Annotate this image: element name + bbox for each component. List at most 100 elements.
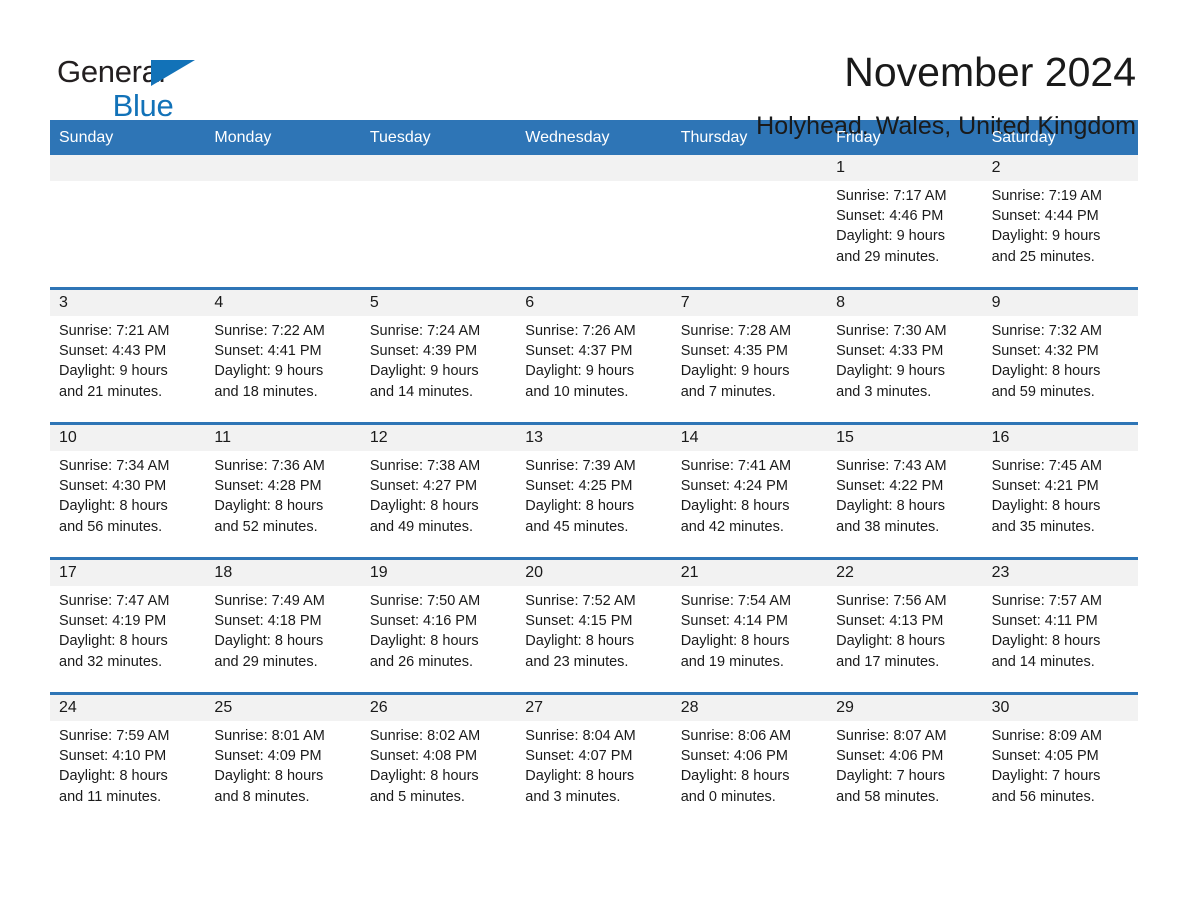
calendar-day-cell-empty xyxy=(205,155,361,287)
calendar-day-cell[interactable]: 30 Sunrise: 8:09 AM Sunset: 4:05 PM Dayligh… xyxy=(982,695,1138,827)
sunrise-time: Sunrise: 7:59 AM xyxy=(59,728,170,744)
day-details: Sunrise: 7:43 AM Sunset: 4:22 PM Daylight:… xyxy=(827,451,982,537)
daylight-duration-line2: and 59 minutes. xyxy=(991,383,1095,400)
calendar-day-cell[interactable]: 5 Sunrise: 7:24 AM Sunset: 4:39 PM Daylight… xyxy=(360,290,517,422)
day-number: 30 xyxy=(982,695,1138,721)
calendar-day-cell[interactable]: 10 Sunrise: 7:34 AM Sunset: 4:30 PM Dayligh… xyxy=(50,425,206,557)
day-details: Sunrise: 7:52 AM Sunset: 4:15 PM Daylight:… xyxy=(516,586,671,672)
daylight-duration-line1: Daylight: 8 hours xyxy=(680,498,790,515)
sunset-time: Sunset: 4:05 PM xyxy=(991,748,1099,765)
calendar-day-cell[interactable]: 21 Sunrise: 7:54 AM Sunset: 4:14 PM Dayligh… xyxy=(671,560,828,692)
daylight-duration-line2: and 49 minutes. xyxy=(369,518,474,535)
calendar-day-cell[interactable]: 2 Sunrise: 7:19 AM Sunset: 4:44 PM Daylight… xyxy=(982,155,1138,287)
calendar-week-row: 17 Sunrise: 7:47 AM Sunset: 4:19 PM Dayligh… xyxy=(50,557,1138,692)
calendar-day-cell[interactable]: 19 Sunrise: 7:50 AM Sunset: 4:16 PM Dayligh… xyxy=(360,560,517,692)
weekday-friday: Friday xyxy=(836,129,881,146)
day-number: 4 xyxy=(205,290,361,316)
calendar-day-cell[interactable]: 8 Sunrise: 7:30 AM Sunset: 4:33 PM Daylight… xyxy=(827,290,983,422)
day-number: 15 xyxy=(827,425,983,451)
calendar-day-cell[interactable]: 15 Sunrise: 7:43 AM Sunset: 4:22 PM Dayligh… xyxy=(827,425,983,557)
daylight-duration-line2: and 45 minutes. xyxy=(525,518,629,535)
daylight-duration-line2: and 56 minutes. xyxy=(59,518,163,535)
day-details: Sunrise: 7:38 AM Sunset: 4:27 PM Daylight:… xyxy=(361,451,516,537)
daylight-duration-line2: and 29 minutes. xyxy=(836,248,940,265)
daylight-duration-line1: Daylight: 8 hours xyxy=(214,768,324,785)
calendar-day-cell[interactable]: 29 Sunrise: 8:07 AM Sunset: 4:06 PM Dayligh… xyxy=(827,695,983,827)
daylight-duration-line2: and 17 minutes. xyxy=(836,653,940,670)
sunrise-time: Sunrise: 7:56 AM xyxy=(836,593,947,609)
sunrise-time: Sunrise: 7:34 AM xyxy=(59,458,170,474)
daylight-duration-line1: Daylight: 8 hours xyxy=(680,768,790,785)
calendar-day-cell[interactable]: 7 Sunrise: 7:28 AM Sunset: 4:35 PM Daylight… xyxy=(671,290,828,422)
calendar-day-cell-empty xyxy=(516,155,672,287)
daylight-duration-line2: and 14 minutes. xyxy=(369,383,474,400)
daylight-duration-line1: Daylight: 8 hours xyxy=(991,633,1101,650)
day-number: 12 xyxy=(360,425,517,451)
calendar-day-cell[interactable]: 6 Sunrise: 7:26 AM Sunset: 4:37 PM Daylight… xyxy=(516,290,672,422)
calendar-day-cell[interactable]: 16 Sunrise: 7:45 AM Sunset: 4:21 PM Dayligh… xyxy=(982,425,1138,557)
calendar-day-cell-empty xyxy=(360,155,517,287)
day-number: 7 xyxy=(671,290,828,316)
sunrise-time: Sunrise: 8:04 AM xyxy=(525,728,636,744)
day-number: 16 xyxy=(982,425,1138,451)
calendar-day-cell[interactable]: 4 Sunrise: 7:22 AM Sunset: 4:41 PM Daylight… xyxy=(205,290,361,422)
daylight-duration-line1: Daylight: 8 hours xyxy=(369,498,479,515)
daylight-duration-line2: and 29 minutes. xyxy=(214,653,318,670)
day-details: Sunrise: 7:19 AM Sunset: 4:44 PM Daylight:… xyxy=(983,181,1138,267)
calendar-day-cell[interactable]: 22 Sunrise: 7:56 AM Sunset: 4:13 PM Dayligh… xyxy=(827,560,983,692)
sunrise-time: Sunrise: 7:38 AM xyxy=(369,458,481,474)
sunset-time: Sunset: 4:15 PM xyxy=(525,613,633,630)
calendar-day-cell[interactable]: 24 Sunrise: 7:59 AM Sunset: 4:10 PM Dayligh… xyxy=(50,695,206,827)
calendar-day-cell[interactable]: 25 Sunrise: 8:01 AM Sunset: 4:09 PM Dayligh… xyxy=(205,695,361,827)
daylight-duration-line2: and 56 minutes. xyxy=(991,788,1095,805)
sunrise-time: Sunrise: 7:45 AM xyxy=(991,458,1102,474)
calendar-day-cell[interactable]: 14 Sunrise: 7:41 AM Sunset: 4:24 PM Dayligh… xyxy=(671,425,828,557)
calendar-day-cell[interactable]: 27 Sunrise: 8:04 AM Sunset: 4:07 PM Dayligh… xyxy=(516,695,672,827)
sunset-time: Sunset: 4:06 PM xyxy=(680,748,788,765)
calendar-day-cell[interactable]: 13 Sunrise: 7:39 AM Sunset: 4:25 PM Dayligh… xyxy=(516,425,672,557)
daylight-duration-line2: and 5 minutes. xyxy=(369,788,465,805)
sunset-time: Sunset: 4:06 PM xyxy=(836,748,944,765)
calendar-day-cell[interactable]: 12 Sunrise: 7:38 AM Sunset: 4:27 PM Dayligh… xyxy=(360,425,517,557)
calendar-day-cell[interactable]: 23 Sunrise: 7:57 AM Sunset: 4:11 PM Dayligh… xyxy=(982,560,1138,692)
calendar-day-cell[interactable]: 9 Sunrise: 7:32 AM Sunset: 4:32 PM Daylight… xyxy=(982,290,1138,422)
day-number: 18 xyxy=(205,560,361,586)
daylight-duration-line1: Daylight: 8 hours xyxy=(369,633,479,650)
weekday-wednesday: Wednesday xyxy=(525,129,610,146)
daylight-duration-line2: and 8 minutes. xyxy=(214,788,310,805)
calendar-day-cell[interactable]: 28 Sunrise: 8:06 AM Sunset: 4:06 PM Dayligh… xyxy=(671,695,828,827)
sunrise-time: Sunrise: 7:21 AM xyxy=(59,323,170,339)
day-details: Sunrise: 8:06 AM Sunset: 4:06 PM Daylight:… xyxy=(672,721,827,807)
daylight-duration-line1: Daylight: 9 hours xyxy=(59,363,168,380)
sunrise-time: Sunrise: 8:01 AM xyxy=(214,728,325,744)
sunrise-time: Sunrise: 7:26 AM xyxy=(525,323,636,339)
calendar-day-cell[interactable]: 17 Sunrise: 7:47 AM Sunset: 4:19 PM Dayligh… xyxy=(50,560,206,692)
day-number: 25 xyxy=(205,695,361,721)
day-number: 27 xyxy=(516,695,672,721)
daylight-duration-line1: Daylight: 9 hours xyxy=(214,363,324,380)
sunset-time: Sunset: 4:32 PM xyxy=(991,343,1099,360)
sunrise-time: Sunrise: 7:30 AM xyxy=(836,323,947,339)
daylight-duration-line1: Daylight: 8 hours xyxy=(836,498,945,515)
daylight-duration-line1: Daylight: 7 hours xyxy=(991,768,1101,785)
daylight-duration-line2: and 19 minutes. xyxy=(680,653,784,670)
calendar-day-cell[interactable]: 18 Sunrise: 7:49 AM Sunset: 4:18 PM Dayligh… xyxy=(205,560,361,692)
daylight-duration-line2: and 52 minutes. xyxy=(214,518,318,535)
sunset-time: Sunset: 4:30 PM xyxy=(59,478,167,495)
calendar-day-cell[interactable]: 20 Sunrise: 7:52 AM Sunset: 4:15 PM Dayligh… xyxy=(516,560,672,692)
daylight-duration-line2: and 25 minutes. xyxy=(991,248,1095,265)
general-blue-logo[interactable]: General Blue xyxy=(57,48,207,122)
day-number xyxy=(360,155,517,181)
daylight-duration-line2: and 10 minutes. xyxy=(525,383,629,400)
calendar-day-cell[interactable]: 26 Sunrise: 8:02 AM Sunset: 4:08 PM Dayligh… xyxy=(360,695,517,827)
daylight-duration-line2: and 38 minutes. xyxy=(836,518,940,535)
daylight-duration-line2: and 35 minutes. xyxy=(991,518,1095,535)
calendar-day-cell[interactable]: 1 Sunrise: 7:17 AM Sunset: 4:46 PM Daylight… xyxy=(827,155,983,287)
sunset-time: Sunset: 4:39 PM xyxy=(369,343,478,360)
day-number xyxy=(671,155,828,181)
sunrise-time: Sunrise: 7:52 AM xyxy=(525,593,636,609)
calendar-day-cell[interactable]: 3 Sunrise: 7:21 AM Sunset: 4:43 PM Daylight… xyxy=(50,290,206,422)
day-number: 21 xyxy=(671,560,828,586)
calendar-day-cell[interactable]: 11 Sunrise: 7:36 AM Sunset: 4:28 PM Dayligh… xyxy=(205,425,361,557)
day-details: Sunrise: 8:01 AM Sunset: 4:09 PM Daylight:… xyxy=(205,721,360,807)
